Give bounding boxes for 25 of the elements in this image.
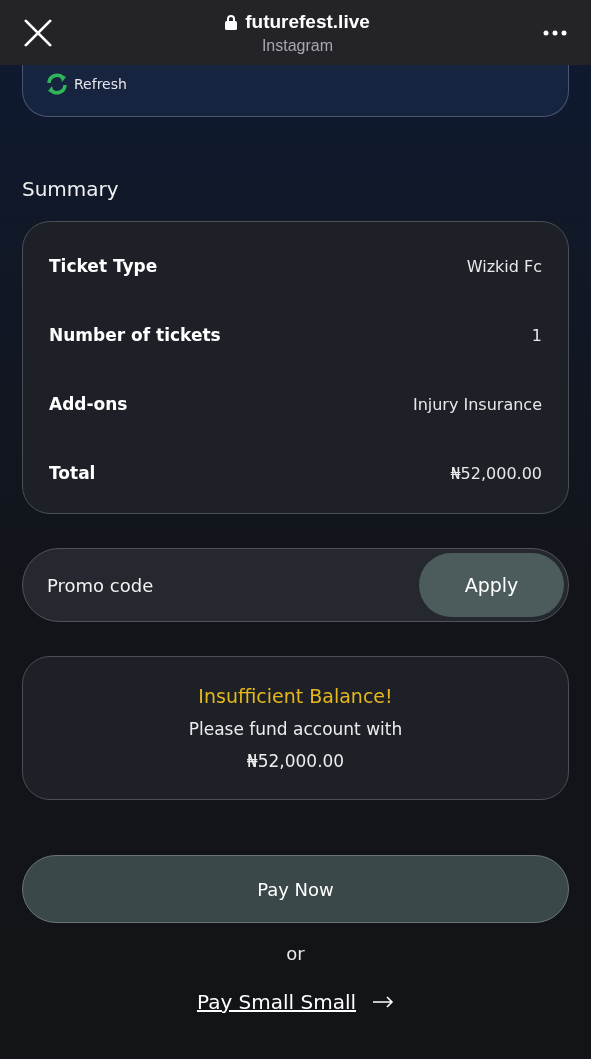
domain-text: futurefest.live [245,10,370,33]
row-label: Total [49,463,96,483]
row-value: Injury Insurance [412,394,542,414]
arrow-icon[interactable] [372,996,395,1008]
more-icon[interactable] [543,29,567,36]
section-title: Summary [22,177,120,201]
or-text: or [285,943,306,964]
source-text: Instagram [261,36,334,55]
row-label: Number of tickets [49,325,221,345]
lock-icon [225,13,238,30]
pay-small-small-link[interactable]: Pay Small Small [196,990,357,1014]
alert-message: Please fund account with [188,719,403,739]
promo-field[interactable]: Promo code Apply [22,548,569,622]
row-label: Ticket Type [49,256,158,276]
row-value: Wizkid Fc [466,256,542,276]
refresh-icon [45,72,69,96]
apply-button[interactable]: Apply [419,553,564,617]
row-value: 1 [531,325,542,345]
row-label: Add-ons [49,394,128,414]
alert-amount: ₦52,000.00 [246,751,345,771]
alert-title: Insufficient Balance! [198,685,393,707]
pay-now-button[interactable]: Pay Now [22,855,569,923]
refresh-button[interactable]: Refresh [45,72,127,96]
close-icon[interactable] [24,18,52,47]
row-value: ₦52,000.00 [450,463,542,483]
